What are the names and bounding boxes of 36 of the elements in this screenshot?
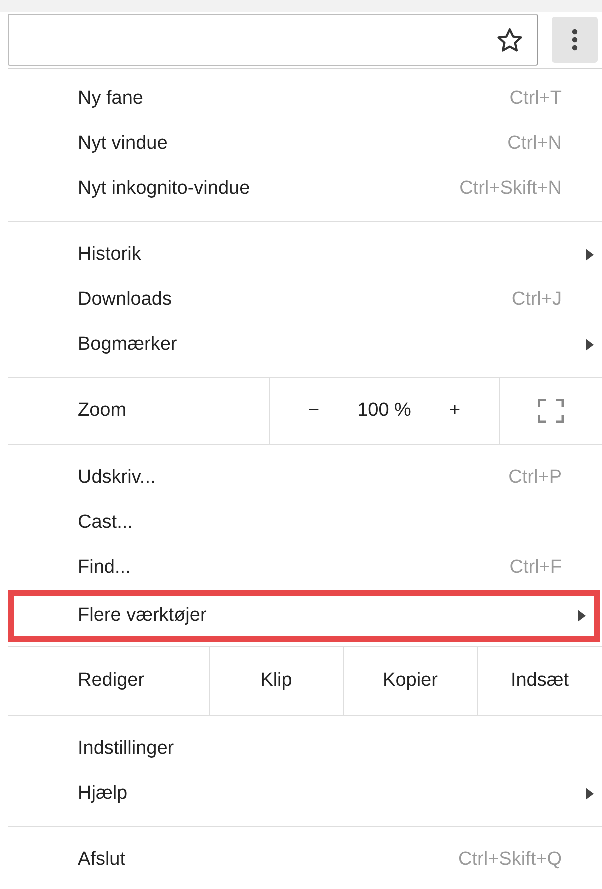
edit-button[interactable]: Indsæt — [478, 647, 602, 715]
menu-item[interactable]: Flere værktøjer — [8, 590, 600, 642]
shortcut-text: Ctrl+P — [508, 466, 562, 488]
menu-item[interactable]: Nyt vindue Ctrl+N — [8, 121, 602, 166]
menu-item[interactable]: Afslut Ctrl+Skift+Q — [8, 837, 602, 882]
zoom-out-button[interactable]: − — [302, 396, 326, 426]
fullscreen-icon[interactable] — [538, 399, 564, 423]
menu-button[interactable] — [552, 17, 598, 63]
menu-item[interactable]: Nyt inkognito-vindue Ctrl+Skift+N — [8, 166, 602, 211]
zoom-value: 100 % — [358, 400, 412, 422]
shortcut-text: Ctrl+Skift+Q — [458, 848, 562, 870]
submenu-arrow-icon — [578, 610, 586, 622]
menu-item[interactable]: Find... Ctrl+F — [8, 545, 602, 590]
submenu-arrow-icon — [586, 248, 594, 260]
menu-item[interactable]: Bogmærker — [8, 322, 602, 367]
zoom-label: Zoom — [8, 378, 270, 444]
submenu-arrow-icon — [586, 338, 594, 350]
menu-item[interactable]: Downloads Ctrl+J — [8, 277, 602, 322]
star-icon[interactable] — [497, 28, 523, 52]
shortcut-text: Ctrl+F — [510, 556, 562, 578]
edit-button[interactable]: Klip — [210, 647, 344, 715]
menu-item[interactable]: Indstillinger — [8, 726, 602, 771]
menu-item[interactable]: Cast... — [8, 500, 602, 545]
edit-label: Rediger — [8, 647, 210, 715]
menu-item[interactable]: Hjælp — [8, 771, 602, 816]
zoom-in-button[interactable]: + — [443, 396, 467, 426]
shortcut-text: Ctrl+N — [508, 132, 562, 154]
edit-button[interactable]: Kopier — [344, 647, 478, 715]
shortcut-text: Ctrl+T — [510, 88, 562, 110]
shortcut-text: Ctrl+J — [512, 288, 562, 310]
shortcut-text: Ctrl+Skift+N — [460, 178, 562, 200]
menu-item[interactable]: Udskriv... Ctrl+P — [8, 455, 602, 500]
submenu-arrow-icon — [586, 788, 594, 800]
menu-item[interactable]: Ny fane Ctrl+T — [8, 76, 602, 121]
menu-item[interactable]: Historik — [8, 232, 602, 277]
more-icon[interactable] — [572, 29, 578, 51]
